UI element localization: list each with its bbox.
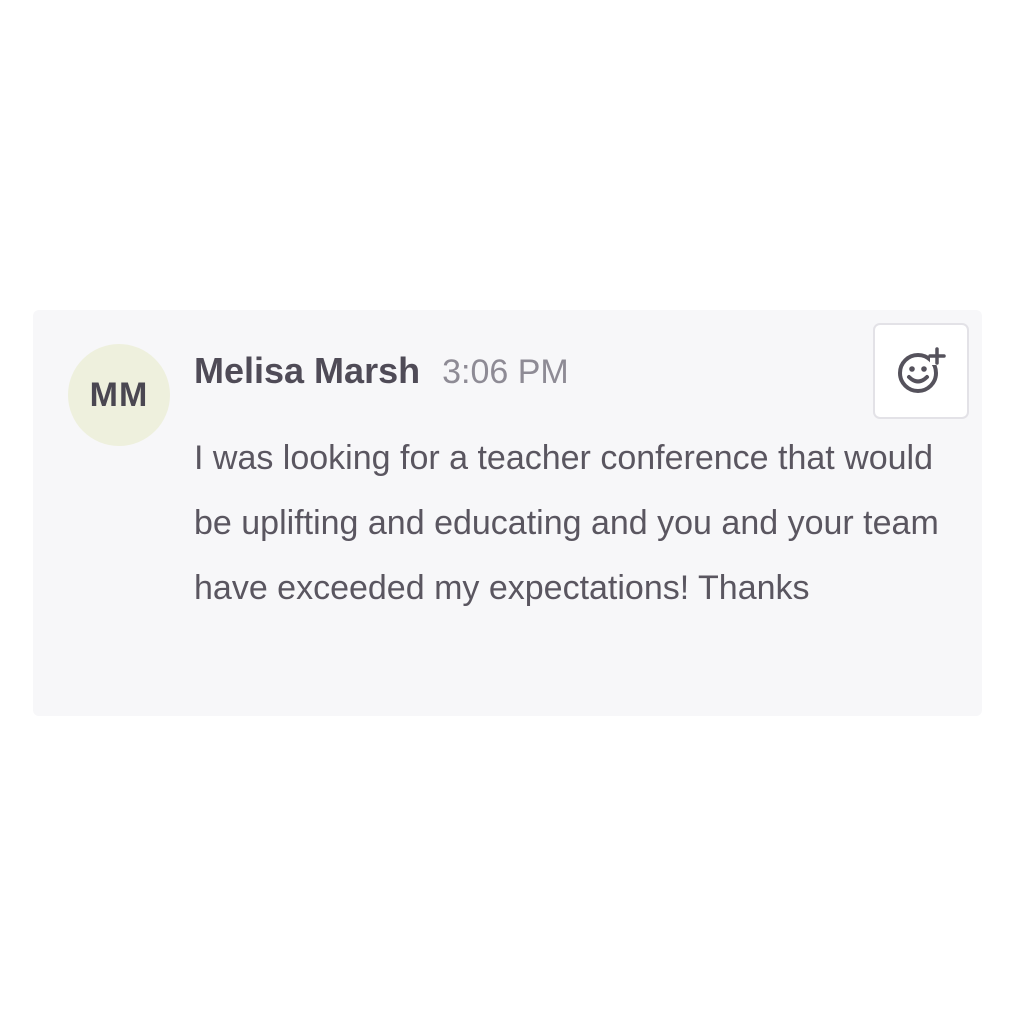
chat-message[interactable]: MM Melisa Marsh 3:06 PM I was looking fo… <box>33 310 982 716</box>
avatar-initials: MM <box>89 375 149 414</box>
author-name[interactable]: Melisa Marsh <box>194 350 420 392</box>
message-text: I was looking for a teacher conference t… <box>194 439 939 607</box>
add-reaction-icon <box>893 343 949 399</box>
page-canvas: MM Melisa Marsh 3:06 PM I was looking fo… <box>0 0 1024 1024</box>
avatar[interactable]: MM <box>68 344 170 446</box>
message-header: Melisa Marsh 3:06 PM <box>194 350 569 392</box>
add-reaction-button[interactable] <box>873 323 969 419</box>
message-timestamp[interactable]: 3:06 PM <box>442 353 569 392</box>
